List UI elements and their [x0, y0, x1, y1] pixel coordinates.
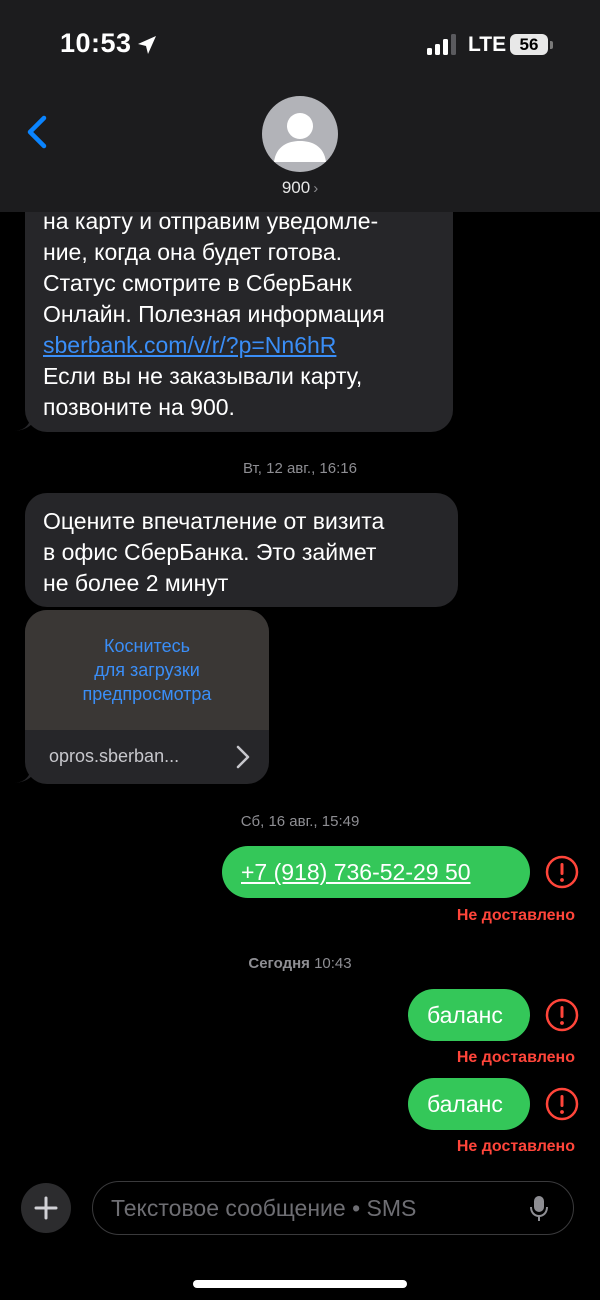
- battery-tip: [550, 41, 553, 49]
- message-text: на карту и отправим уведомле- ние, когда…: [43, 206, 443, 423]
- message-input[interactable]: [111, 1190, 521, 1226]
- timestamp-time: 15:49: [321, 813, 360, 830]
- signal-icon: [427, 34, 456, 55]
- timestamp: Сегодня 10:43: [0, 955, 600, 972]
- timestamp-day: Вт, 12 авг.,: [243, 460, 316, 477]
- clock-time: 10:53: [60, 28, 132, 58]
- message-link[interactable]: sberbank.com/v/r/?p=Nn6hR: [43, 332, 336, 358]
- not-delivered-label: Не доставлено: [456, 1049, 575, 1066]
- bubble-tail: [15, 766, 37, 783]
- link-preview-card[interactable]: Коснитесь для загрузки предпросмотра opr…: [25, 610, 269, 784]
- timestamp-day: Сегодня: [248, 955, 310, 972]
- battery-level: 56: [510, 34, 548, 55]
- location-icon: [138, 36, 156, 54]
- status-bar: 10:53 LTE 56: [0, 0, 600, 90]
- timestamp: Сб, 16 авг., 15:49: [0, 813, 600, 830]
- preview-footer[interactable]: opros.sberban...: [25, 730, 269, 784]
- outgoing-message[interactable]: +7 (918) 736-52-29 50: [222, 846, 530, 898]
- microphone-icon[interactable]: [529, 1195, 549, 1223]
- back-chevron-icon[interactable]: [18, 110, 58, 154]
- timestamp-time: 16:16: [319, 460, 357, 477]
- timestamp-day: Сб, 16 авг.,: [240, 813, 318, 830]
- error-icon[interactable]: [545, 998, 579, 1032]
- message-text: Оцените впечатление от визита в офис Сбе…: [43, 508, 385, 596]
- outgoing-message[interactable]: баланс: [408, 1078, 530, 1130]
- outgoing-message[interactable]: баланс: [408, 989, 530, 1041]
- add-attachment-button[interactable]: [21, 1183, 71, 1233]
- preview-placeholder[interactable]: Коснитесь для загрузки предпросмотра: [25, 610, 269, 730]
- contact-name-row[interactable]: 900 ›: [0, 178, 600, 198]
- message-text: баланс: [427, 1002, 503, 1028]
- preview-hint: Коснитесь для загрузки предпросмотра: [82, 636, 212, 704]
- message-text: баланс: [427, 1091, 503, 1117]
- not-delivered-label: Не доставлено: [456, 1138, 575, 1155]
- timestamp: Вт, 12 авг., 16:16: [0, 460, 600, 477]
- message-body-tail: Если вы не заказывали карту, позвоните н…: [43, 363, 363, 420]
- error-icon[interactable]: [545, 855, 579, 889]
- person-avatar-icon: [274, 113, 326, 162]
- message-body: на карту и отправим уведомле- ние, когда…: [43, 208, 385, 327]
- phone-link[interactable]: +7 (918) 736-52-29 50: [241, 857, 471, 888]
- preview-domain: opros.sberban...: [49, 746, 180, 766]
- not-delivered-label: Не доставлено: [456, 907, 575, 924]
- chevron-right-icon: [236, 745, 250, 769]
- contact-avatar[interactable]: [262, 96, 338, 172]
- message-input-field[interactable]: [92, 1181, 574, 1235]
- bubble-tail: [15, 414, 37, 431]
- network-type: LTE: [468, 33, 507, 56]
- battery-icon: 56: [510, 34, 554, 56]
- chevron-right-icon: ›: [313, 180, 319, 197]
- contact-name: 900: [281, 178, 311, 197]
- home-indicator[interactable]: [193, 1280, 407, 1288]
- plus-icon: [34, 1196, 58, 1220]
- incoming-message[interactable]: Оцените впечатление от визита в офис Сбе…: [25, 493, 458, 607]
- timestamp-time: 10:43: [314, 955, 352, 972]
- error-icon[interactable]: [545, 1087, 579, 1121]
